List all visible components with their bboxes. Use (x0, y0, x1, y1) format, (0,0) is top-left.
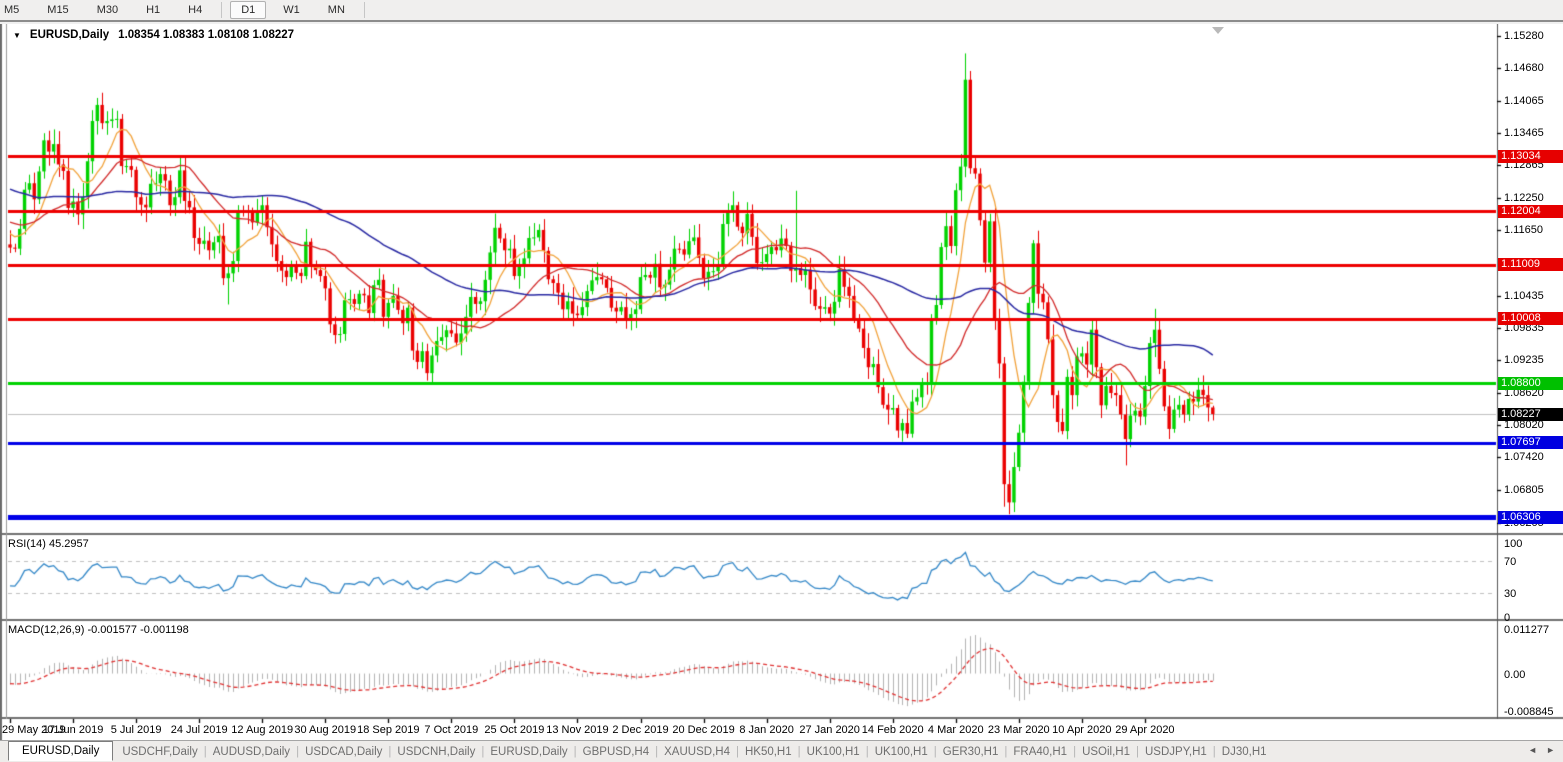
symbol-dropdown-icon[interactable]: ▼ (13, 31, 21, 40)
macd-axis-label: -0.008845 (1504, 706, 1554, 719)
chart-symbol-label: EURUSD,Daily (29, 29, 110, 41)
chart-title: ▼ EURUSD,Daily 1.08354 1.08383 1.08108 1… (13, 29, 294, 41)
rsi-axis-label: 70 (1504, 556, 1517, 568)
timeframe-button-m15[interactable]: M15 (36, 1, 79, 19)
date-axis-label: 4 Mar 2020 (927, 724, 984, 736)
macd-axis-label: 0.00 (1504, 668, 1526, 681)
chart-tab-eurusd-daily[interactable]: EURUSD,Daily (8, 740, 114, 761)
timeframe-button-d1[interactable]: D1 (230, 1, 267, 19)
tab-scroll-arrows: ◄ ► (1528, 745, 1555, 755)
timeframe-button-w1[interactable]: W1 (272, 1, 311, 19)
date-axis-label: 13 Nov 2019 (546, 724, 609, 736)
macd-axis-label: 0.011277 (1504, 624, 1550, 636)
price-axis-label: 1.13465 (1504, 127, 1544, 140)
price-chart-canvas[interactable] (0, 24, 1563, 740)
date-axis-label: 20 Dec 2019 (672, 724, 735, 736)
timeframe-button-m5[interactable]: M5 (0, 1, 30, 19)
toolbar-separator (363, 2, 365, 18)
rsi-axis-label: 100 (1504, 538, 1523, 550)
price-level-badge: 1.06306 (1498, 510, 1563, 524)
chart-tab-usdcad-daily[interactable]: USDCAD,Daily (300, 744, 387, 760)
date-axis-label: 18 Sep 2019 (357, 724, 420, 736)
timeframe-button-m30[interactable]: M30 (86, 1, 129, 19)
date-axis-label: 27 Jan 2020 (799, 724, 860, 736)
date-axis-label: 17 Jun 2019 (42, 724, 104, 736)
date-axis-label: 25 Oct 2019 (484, 724, 545, 736)
chart-tab-usdcnh-daily[interactable]: USDCNH,Daily (392, 744, 480, 760)
tab-scroll-left-icon[interactable]: ◄ (1528, 745, 1537, 755)
date-axis-label: 30 Aug 2019 (294, 724, 357, 736)
price-axis-label: 1.15280 (1504, 29, 1544, 42)
date-axis-label: 2 Dec 2019 (612, 724, 669, 736)
chart-tab-uk100-h1[interactable]: UK100,H1 (870, 744, 933, 760)
chart-tab-gbpusd-h4[interactable]: GBPUSD,H4 (578, 744, 654, 760)
chart-tab-usdchf-daily[interactable]: USDCHF,Daily (117, 744, 202, 760)
rsi-axis-label: 0 (1504, 612, 1511, 624)
price-level-badge: 1.12004 (1498, 204, 1563, 218)
date-axis-label: 5 Jul 2019 (110, 724, 162, 736)
current-price-badge: 1.08227 (1498, 407, 1563, 421)
price-axis-label: 1.07420 (1504, 451, 1544, 464)
price-level-badge: 1.08800 (1498, 376, 1563, 390)
chart-tab-dj30-h1[interactable]: DJ30,H1 (1217, 744, 1272, 760)
date-axis-label: 29 Apr 2020 (1115, 724, 1175, 736)
chart-tab-eurusd-daily[interactable]: EURUSD,Daily (485, 744, 572, 760)
date-axis-label: 7 Oct 2019 (424, 724, 479, 736)
price-axis-label: 1.08020 (1504, 419, 1544, 432)
price-level-badge: 1.11009 (1498, 258, 1563, 272)
chart-tab-bar: EURUSD,Daily USDCHF,Daily | AUDUSD,Daily | US… (0, 740, 1563, 762)
timeframe-button-h1[interactable]: H1 (135, 1, 171, 19)
timeframe-button-mn[interactable]: MN (317, 1, 356, 19)
price-level-badge: 1.10008 (1498, 312, 1563, 326)
toolbar-separator (221, 2, 223, 18)
date-axis-label: 24 Jul 2019 (170, 724, 228, 736)
date-axis-label: 23 Mar 2020 (987, 724, 1050, 736)
price-level-badge: 1.07697 (1498, 436, 1563, 449)
date-axis-label: 12 Aug 2019 (231, 724, 294, 736)
date-axis-label: 8 Jan 2020 (739, 724, 794, 736)
date-axis-label: 10 Apr 2020 (1052, 724, 1112, 736)
macd-indicator-label: MACD(12,26,9) -0.001577 -0.001198 (8, 624, 189, 636)
price-axis-label: 1.12250 (1504, 192, 1544, 205)
date-axis-label: 14 Feb 2020 (861, 724, 924, 736)
chart-ohlc-values: 1.08354 1.08383 1.08108 1.08227 (118, 29, 295, 41)
chart-window: ▼ EURUSD,Daily 1.08354 1.08383 1.08108 1… (0, 24, 1563, 740)
rsi-indicator-label: RSI(14) 45.2957 (8, 538, 89, 550)
price-axis-label: 1.10435 (1504, 289, 1544, 302)
timeframe-toolbar: M5 M15 M30 H1 H4 D1 W1 MN (0, 0, 1563, 22)
rsi-axis-label: 30 (1504, 588, 1517, 600)
chart-tab-uk100-h1[interactable]: UK100,H1 (802, 744, 865, 760)
chart-tab-audusd-daily[interactable]: AUDUSD,Daily (208, 744, 295, 760)
chart-tab-ger30-h1[interactable]: GER30,H1 (938, 744, 1004, 760)
price-axis-label: 1.06805 (1504, 484, 1544, 497)
price-level-badge: 1.13034 (1498, 149, 1563, 163)
price-axis-label: 1.14065 (1504, 94, 1544, 107)
price-axis-label: 1.14680 (1504, 61, 1544, 74)
chart-tab-hk50-h1[interactable]: HK50,H1 (740, 744, 797, 760)
mt4-terminal: M5 M15 M30 H1 H4 D1 W1 MN ▼ EURUSD,Daily 1.0835… (0, 0, 1563, 762)
timeframe-button-h4[interactable]: H4 (177, 1, 213, 19)
chart-tab-fra40-h1[interactable]: FRA40,H1 (1008, 744, 1072, 760)
tab-scroll-right-icon[interactable]: ► (1546, 745, 1555, 755)
price-axis-label: 1.09235 (1504, 354, 1544, 366)
chart-tab-usdjpy-h1[interactable]: USDJPY,H1 (1140, 744, 1212, 760)
chart-tab-xauusd-h4[interactable]: XAUUSD,H4 (659, 744, 735, 760)
chart-tab-usoil-h1[interactable]: USOil,H1 (1077, 744, 1135, 760)
chart-shift-marker-icon[interactable] (1211, 27, 1224, 34)
price-axis-label: 1.11650 (1504, 224, 1543, 237)
